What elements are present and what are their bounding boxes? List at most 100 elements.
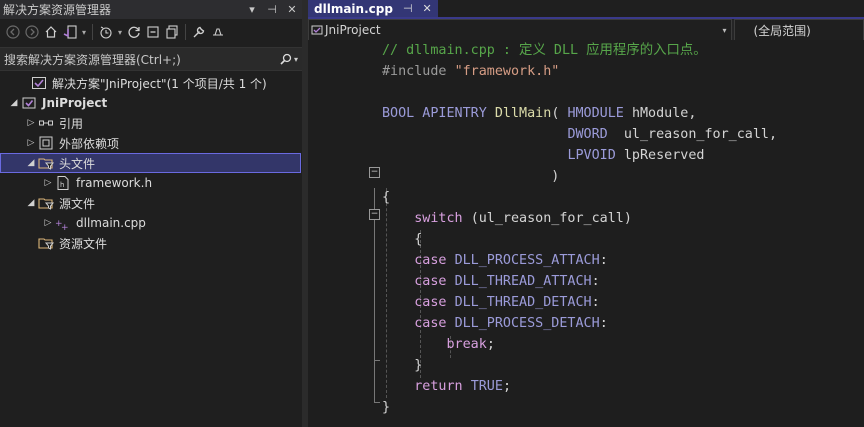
code-line[interactable]: DWORD ul_reason_for_call,: [382, 124, 777, 145]
filter-folder-icon: [37, 193, 55, 213]
code-line[interactable]: // dllmain.cpp : 定义 DLL 应用程序的入口点。: [382, 40, 707, 61]
expand-arrow-icon[interactable]: ▷: [42, 173, 54, 193]
code-token: lpReserved: [623, 148, 705, 163]
tree-item[interactable]: ▷ h framework.h: [0, 173, 301, 193]
code-token: case: [414, 295, 455, 310]
forward-icon[interactable]: [23, 23, 41, 41]
code-token: DLL_THREAD_DETACH: [454, 295, 592, 310]
code-line[interactable]: return TRUE;: [382, 376, 511, 397]
expand-arrow-icon[interactable]: ▷: [25, 133, 37, 153]
chevron-down-icon: ▾: [722, 25, 727, 35]
pin-icon[interactable]: ⊣: [262, 3, 282, 16]
no-arrow: [18, 73, 30, 93]
collapse-arrow-icon[interactable]: ◢: [8, 93, 20, 113]
code-line[interactable]: {: [382, 229, 422, 250]
scope-dropdown-value: (全局范围): [753, 23, 811, 38]
tree-item-label: JniProject: [42, 96, 108, 110]
sync-icon[interactable]: [125, 23, 143, 41]
code-line[interactable]: {: [382, 187, 390, 208]
back-icon[interactable]: [4, 23, 22, 41]
code-token: :: [591, 295, 600, 310]
switch-views-icon[interactable]: [61, 23, 79, 41]
tree-item-label: 引用: [59, 116, 84, 131]
collapse-function-icon[interactable]: −: [369, 167, 380, 178]
filter-folder-icon: [37, 233, 55, 253]
pending-changes-filter-icon[interactable]: [97, 23, 115, 41]
code-token: ;: [502, 379, 511, 394]
code-token: BOOL APIENTRY: [382, 106, 495, 121]
references-icon: [37, 113, 55, 133]
project-icon: [309, 24, 325, 36]
code-line[interactable]: case DLL_THREAD_DETACH:: [382, 292, 600, 313]
search-input[interactable]: 搜索解决方案资源管理器(Ctrl+;): [4, 51, 276, 68]
code-line[interactable]: LPVOID lpReserved: [382, 145, 705, 166]
code-line[interactable]: case DLL_PROCESS_ATTACH:: [382, 250, 608, 271]
code-token: LPVOID: [567, 148, 624, 163]
collapse-all-icon[interactable]: [144, 23, 162, 41]
code-line[interactable]: #include "framework.h": [382, 61, 559, 82]
home-icon[interactable]: [42, 23, 60, 41]
tab-label[interactable]: dllmain.cpp: [314, 2, 393, 16]
search-icon[interactable]: ▾: [276, 53, 302, 65]
code-token: (ul_reason_for_call): [470, 211, 632, 226]
code-line[interactable]: switch (ul_reason_for_call): [382, 208, 632, 229]
tree-item-label: 外部依赖项: [59, 136, 120, 151]
solution-explorer-search[interactable]: 搜索解决方案资源管理器(Ctrl+;) ▾: [0, 47, 302, 71]
tree-item[interactable]: ▷ 外部依赖项: [0, 133, 301, 153]
code-token: ): [382, 169, 560, 184]
code-editor-panel: dllmain.cpp ⊣ ✕ JniProject ▾ (全局范围) − − …: [308, 0, 864, 427]
tree-item[interactable]: ◢ 头文件: [0, 153, 301, 173]
tree-item[interactable]: ◢ JniProject: [0, 93, 301, 113]
code-token: ;: [486, 337, 495, 352]
document-tabstrip: dllmain.cpp ⊣ ✕: [308, 0, 864, 19]
expand-arrow-icon[interactable]: ▷: [25, 113, 37, 133]
tab-dllmain-cpp[interactable]: dllmain.cpp ⊣ ✕: [308, 0, 438, 17]
code-line[interactable]: }: [382, 397, 390, 418]
code-line[interactable]: }: [382, 355, 422, 376]
code-token: HMODULE: [567, 106, 632, 121]
tree-item[interactable]: 解决方案"JniProject"(1 个项目/共 1 个): [0, 73, 301, 93]
tab-close-icon[interactable]: ✕: [423, 2, 432, 15]
show-all-files-icon[interactable]: [163, 23, 181, 41]
code-token: }: [382, 358, 423, 373]
code-token: case: [414, 316, 455, 331]
code-token: }: [382, 400, 391, 415]
code-token: "framework.h": [454, 64, 560, 79]
tree-item[interactable]: ◢ 源文件: [0, 193, 301, 213]
collapse-arrow-icon[interactable]: ◢: [25, 193, 37, 213]
project-dropdown[interactable]: JniProject ▾: [308, 19, 733, 41]
code-line[interactable]: BOOL APIENTRY DllMain( HMODULE hModule,: [382, 103, 696, 124]
code-line[interactable]: break;: [382, 334, 495, 355]
close-icon[interactable]: ✕: [282, 3, 302, 16]
code-token: hModule,: [631, 106, 697, 121]
switch-views-dropdown-icon[interactable]: ▾: [80, 28, 88, 37]
code-line[interactable]: ): [382, 166, 559, 187]
code-line[interactable]: case DLL_PROCESS_DETACH:: [382, 313, 608, 334]
preview-selected-icon[interactable]: [209, 23, 227, 41]
window-position-icon[interactable]: ▾: [242, 3, 262, 16]
tree-item-label: 资源文件: [59, 236, 108, 251]
code-token: :: [591, 274, 600, 289]
code-editor[interactable]: − − // dllmain.cpp : 定义 DLL 应用程序的入口点。 #in…: [308, 40, 864, 427]
tab-pin-icon[interactable]: ⊣: [403, 2, 413, 15]
filter-dropdown-icon[interactable]: ▾: [116, 28, 124, 37]
collapse-switch-icon[interactable]: −: [369, 209, 380, 220]
header-file-icon: h: [54, 173, 72, 193]
code-token: ul_reason_for_call,: [623, 127, 778, 142]
editor-gutter: [308, 40, 368, 427]
tree-item[interactable]: 资源文件: [0, 233, 301, 253]
tree-item[interactable]: ▷ 引用: [0, 113, 301, 133]
panel-title: 解决方案资源管理器: [3, 3, 112, 17]
solution-explorer-toolbar: ▾ ▾: [0, 19, 302, 45]
code-line[interactable]: case DLL_THREAD_ATTACH:: [382, 271, 600, 292]
tree-item-label: 源文件: [59, 196, 96, 211]
collapse-arrow-icon[interactable]: ◢: [25, 153, 37, 173]
scope-dropdown[interactable]: (全局范围): [734, 19, 864, 41]
properties-wrench-icon[interactable]: [190, 23, 208, 41]
tree-item[interactable]: ▷ + + dllmain.cpp: [0, 213, 301, 233]
expand-arrow-icon[interactable]: ▷: [42, 213, 54, 233]
